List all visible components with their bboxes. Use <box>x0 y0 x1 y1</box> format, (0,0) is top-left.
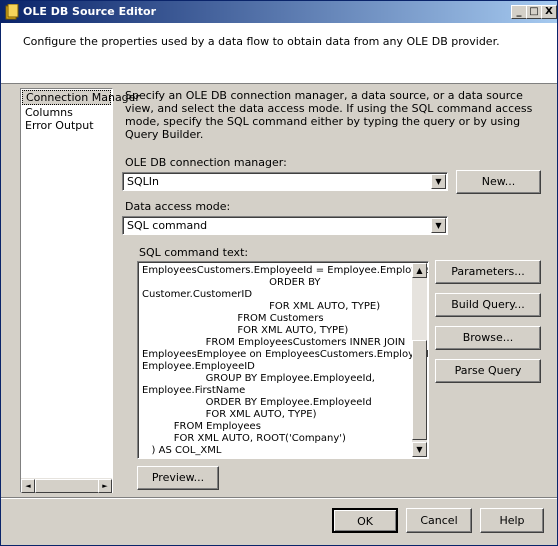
header-panel: Configure the properties used by a data … <box>1 23 557 84</box>
chevron-down-icon[interactable]: ▼ <box>431 218 446 233</box>
nav-item-error-output[interactable]: Error Output <box>21 119 112 132</box>
nav-horizontal-scrollbar[interactable]: ◄ ► <box>21 478 112 493</box>
scroll-left-icon[interactable]: ◄ <box>21 479 35 493</box>
access-mode-select[interactable]: SQL command ▼ <box>122 216 448 235</box>
ok-button[interactable]: OK <box>332 508 398 533</box>
window-title: OLE DB Source Editor <box>23 5 156 18</box>
nav-item-columns[interactable]: Columns <box>21 106 112 119</box>
preview-button-label: Preview... <box>151 471 205 484</box>
nav-list: Connection Manager Columns Error Output … <box>20 88 140 493</box>
parameters-button-label: Parameters... <box>451 265 525 278</box>
parse-query-button-label: Parse Query <box>454 364 522 377</box>
browse-button-label: Browse... <box>462 331 514 344</box>
title-bar[interactable]: OLE DB Source Editor _ □ X <box>1 1 557 23</box>
cancel-button[interactable]: Cancel <box>406 508 472 533</box>
access-mode-value: SQL command <box>127 219 208 232</box>
nav-item-connection-manager[interactable]: Connection Manager <box>22 90 140 105</box>
footer-divider <box>1 497 557 499</box>
scroll-up-icon[interactable]: ▲ <box>412 263 427 278</box>
scroll-right-icon[interactable]: ► <box>98 479 112 493</box>
instructions-text: Specify an OLE DB connection manager, a … <box>125 89 533 141</box>
scroll-down-icon[interactable]: ▼ <box>412 442 427 457</box>
build-query-button-label: Build Query... <box>451 298 525 311</box>
cancel-button-label: Cancel <box>420 514 458 527</box>
sql-vertical-scrollbar[interactable]: ▲ ▼ <box>412 263 427 457</box>
browse-button[interactable]: Browse... <box>435 326 541 350</box>
chevron-down-icon[interactable]: ▼ <box>431 174 446 189</box>
ole-db-source-editor-window: OLE DB Source Editor _ □ X Configure the… <box>0 0 558 546</box>
ok-button-label: OK <box>357 515 373 528</box>
parse-query-button[interactable]: Parse Query <box>435 359 541 383</box>
new-connection-button[interactable]: New... <box>456 170 541 194</box>
parameters-button[interactable]: Parameters... <box>435 260 541 284</box>
sql-command-label: SQL command text: <box>139 246 249 259</box>
connection-manager-select[interactable]: SQLIn ▼ <box>122 172 448 191</box>
nav-scroll-thumb[interactable] <box>35 479 99 493</box>
connection-manager-value: SQLIn <box>127 175 159 188</box>
sql-command-textarea[interactable]: EmployeesCustomers.EmployeeId = Employee… <box>137 261 429 459</box>
header-description: Configure the properties used by a data … <box>23 35 500 48</box>
minimize-button[interactable]: _ <box>511 5 527 19</box>
app-icon <box>5 4 19 20</box>
new-button-label: New... <box>481 175 516 188</box>
help-button-label: Help <box>499 514 525 527</box>
access-mode-label: Data access mode: <box>125 200 231 213</box>
close-button[interactable]: X <box>541 5 557 19</box>
preview-button[interactable]: Preview... <box>137 466 219 490</box>
maximize-button[interactable]: □ <box>526 5 542 19</box>
sql-scroll-thumb[interactable] <box>412 340 427 440</box>
help-button[interactable]: Help <box>480 508 544 533</box>
sql-command-text[interactable]: EmployeesCustomers.EmployeeId = Employee… <box>142 265 428 457</box>
build-query-button[interactable]: Build Query... <box>435 293 541 317</box>
connection-manager-label: OLE DB connection manager: <box>125 156 287 169</box>
